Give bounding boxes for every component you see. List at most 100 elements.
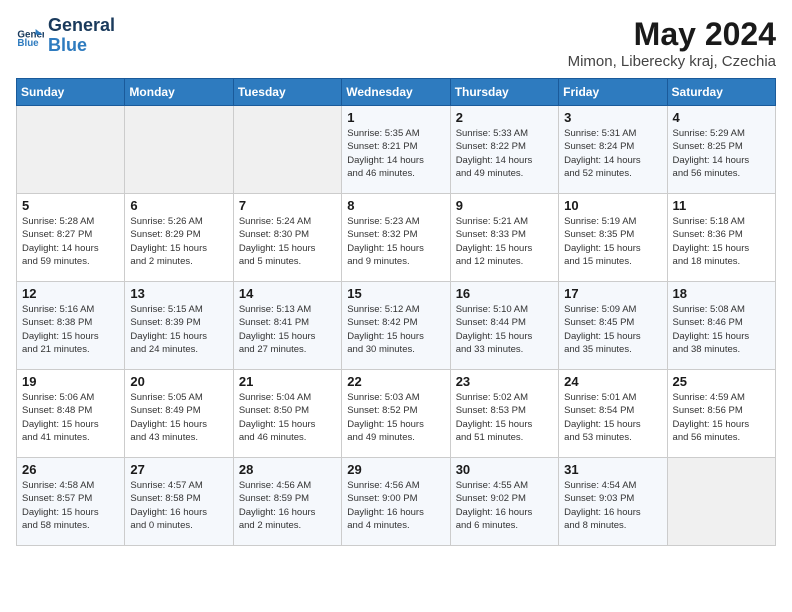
day-info: Sunrise: 5:01 AMSunset: 8:54 PMDaylight:…	[564, 391, 661, 444]
calendar-cell: 10 Sunrise: 5:19 AMSunset: 8:35 PMDayligh…	[559, 194, 667, 282]
logo-icon: General Blue	[16, 22, 44, 50]
day-info: Sunrise: 5:29 AMSunset: 8:25 PMDaylight:…	[673, 127, 770, 180]
day-number: 28	[239, 462, 336, 477]
day-number: 13	[130, 286, 227, 301]
day-info: Sunrise: 5:04 AMSunset: 8:50 PMDaylight:…	[239, 391, 336, 444]
day-info: Sunrise: 5:12 AMSunset: 8:42 PMDaylight:…	[347, 303, 444, 356]
calendar-week-row: 1 Sunrise: 5:35 AMSunset: 8:21 PMDaylight…	[17, 106, 776, 194]
weekday-header-cell: Monday	[125, 79, 233, 106]
calendar-cell: 7Sunrise: 5:24 AMSunset: 8:30 PMDaylight…	[233, 194, 341, 282]
calendar-cell: 22 Sunrise: 5:03 AMSunset: 8:52 PMDayligh…	[342, 370, 450, 458]
day-info: Sunrise: 4:59 AMSunset: 8:56 PMDaylight:…	[673, 391, 770, 444]
calendar-cell: 15 Sunrise: 5:12 AMSunset: 8:42 PMDayligh…	[342, 282, 450, 370]
day-number: 15	[347, 286, 444, 301]
day-number: 12	[22, 286, 119, 301]
day-info: Sunrise: 5:21 AMSunset: 8:33 PMDaylight:…	[456, 215, 553, 268]
weekday-header-row: SundayMondayTuesdayWednesdayThursdayFrid…	[17, 79, 776, 106]
calendar-cell: 12 Sunrise: 5:16 AMSunset: 8:38 PMDayligh…	[17, 282, 125, 370]
calendar-cell: 11 Sunrise: 5:18 AMSunset: 8:36 PMDayligh…	[667, 194, 775, 282]
day-info: Sunrise: 5:08 AMSunset: 8:46 PMDaylight:…	[673, 303, 770, 356]
title-area: May 2024 Mimon, Liberecky kraj, Czechia	[568, 16, 776, 70]
day-number: 31	[564, 462, 661, 477]
day-info: Sunrise: 5:09 AMSunset: 8:45 PMDaylight:…	[564, 303, 661, 356]
calendar-cell: 21 Sunrise: 5:04 AMSunset: 8:50 PMDayligh…	[233, 370, 341, 458]
day-info: Sunrise: 4:56 AMSunset: 9:00 PMDaylight:…	[347, 479, 444, 532]
day-info: Sunrise: 5:16 AMSunset: 8:38 PMDaylight:…	[22, 303, 119, 356]
day-number: 4	[673, 110, 770, 125]
day-info: Sunrise: 5:33 AMSunset: 8:22 PMDaylight:…	[456, 127, 553, 180]
calendar-cell: 9 Sunrise: 5:21 AMSunset: 8:33 PMDaylight…	[450, 194, 558, 282]
day-info: Sunrise: 5:13 AMSunset: 8:41 PMDaylight:…	[239, 303, 336, 356]
day-number: 19	[22, 374, 119, 389]
day-number: 29	[347, 462, 444, 477]
day-number: 27	[130, 462, 227, 477]
day-number: 3	[564, 110, 661, 125]
day-info: Sunrise: 5:06 AMSunset: 8:48 PMDaylight:…	[22, 391, 119, 444]
day-number: 14	[239, 286, 336, 301]
day-info: Sunrise: 4:55 AMSunset: 9:02 PMDaylight:…	[456, 479, 553, 532]
weekday-header-cell: Saturday	[667, 79, 775, 106]
day-number: 2	[456, 110, 553, 125]
day-info: Sunrise: 4:58 AMSunset: 8:57 PMDaylight:…	[22, 479, 119, 532]
day-info: Sunrise: 5:35 AMSunset: 8:21 PMDaylight:…	[347, 127, 444, 180]
calendar-week-row: 19 Sunrise: 5:06 AMSunset: 8:48 PMDayligh…	[17, 370, 776, 458]
day-info: Sunrise: 5:18 AMSunset: 8:36 PMDaylight:…	[673, 215, 770, 268]
day-info: Sunrise: 5:26 AMSunset: 8:29 PMDaylight:…	[130, 215, 227, 268]
day-info: Sunrise: 5:23 AMSunset: 8:32 PMDaylight:…	[347, 215, 444, 268]
calendar-cell	[233, 106, 341, 194]
calendar-cell: 28 Sunrise: 4:56 AMSunset: 8:59 PMDayligh…	[233, 458, 341, 546]
calendar-cell: 19 Sunrise: 5:06 AMSunset: 8:48 PMDayligh…	[17, 370, 125, 458]
calendar-cell: 17 Sunrise: 5:09 AMSunset: 8:45 PMDayligh…	[559, 282, 667, 370]
day-number: 8	[347, 198, 444, 213]
calendar-cell: 29 Sunrise: 4:56 AMSunset: 9:00 PMDayligh…	[342, 458, 450, 546]
calendar-cell: 16Sunrise: 5:10 AMSunset: 8:44 PMDayligh…	[450, 282, 558, 370]
day-info: Sunrise: 5:28 AMSunset: 8:27 PMDaylight:…	[22, 215, 119, 268]
day-number: 23	[456, 374, 553, 389]
weekday-header-cell: Wednesday	[342, 79, 450, 106]
calendar-cell: 20Sunrise: 5:05 AMSunset: 8:49 PMDayligh…	[125, 370, 233, 458]
calendar-cell: 6Sunrise: 5:26 AMSunset: 8:29 PMDaylight…	[125, 194, 233, 282]
day-info: Sunrise: 5:10 AMSunset: 8:44 PMDaylight:…	[456, 303, 553, 356]
calendar-cell: 14 Sunrise: 5:13 AMSunset: 8:41 PMDayligh…	[233, 282, 341, 370]
month-year: May 2024	[568, 16, 776, 53]
calendar-cell: 1 Sunrise: 5:35 AMSunset: 8:21 PMDaylight…	[342, 106, 450, 194]
day-number: 17	[564, 286, 661, 301]
calendar-cell: 5 Sunrise: 5:28 AMSunset: 8:27 PMDaylight…	[17, 194, 125, 282]
calendar-week-row: 5 Sunrise: 5:28 AMSunset: 8:27 PMDaylight…	[17, 194, 776, 282]
day-info: Sunrise: 5:02 AMSunset: 8:53 PMDaylight:…	[456, 391, 553, 444]
calendar-cell: 25 Sunrise: 4:59 AMSunset: 8:56 PMDayligh…	[667, 370, 775, 458]
day-number: 9	[456, 198, 553, 213]
calendar-table: SundayMondayTuesdayWednesdayThursdayFrid…	[16, 78, 776, 546]
logo-line2: Blue	[48, 36, 115, 56]
weekday-header-cell: Friday	[559, 79, 667, 106]
day-info: Sunrise: 5:24 AMSunset: 8:30 PMDaylight:…	[239, 215, 336, 268]
day-info: Sunrise: 5:31 AMSunset: 8:24 PMDaylight:…	[564, 127, 661, 180]
calendar-week-row: 26 Sunrise: 4:58 AMSunset: 8:57 PMDayligh…	[17, 458, 776, 546]
logo-line1: General	[48, 16, 115, 36]
header: General Blue General Blue May 2024 Mimon…	[16, 16, 776, 70]
weekday-header-cell: Thursday	[450, 79, 558, 106]
day-info: Sunrise: 4:56 AMSunset: 8:59 PMDaylight:…	[239, 479, 336, 532]
day-info: Sunrise: 5:15 AMSunset: 8:39 PMDaylight:…	[130, 303, 227, 356]
day-number: 21	[239, 374, 336, 389]
day-number: 20	[130, 374, 227, 389]
day-number: 25	[673, 374, 770, 389]
calendar-body: 1 Sunrise: 5:35 AMSunset: 8:21 PMDaylight…	[17, 106, 776, 546]
day-info: Sunrise: 5:19 AMSunset: 8:35 PMDaylight:…	[564, 215, 661, 268]
calendar-cell: 24Sunrise: 5:01 AMSunset: 8:54 PMDayligh…	[559, 370, 667, 458]
calendar-cell: 13 Sunrise: 5:15 AMSunset: 8:39 PMDayligh…	[125, 282, 233, 370]
day-number: 11	[673, 198, 770, 213]
calendar-cell: 4 Sunrise: 5:29 AMSunset: 8:25 PMDaylight…	[667, 106, 775, 194]
day-number: 10	[564, 198, 661, 213]
calendar-cell	[125, 106, 233, 194]
calendar-cell: 2 Sunrise: 5:33 AMSunset: 8:22 PMDaylight…	[450, 106, 558, 194]
day-number: 26	[22, 462, 119, 477]
calendar-cell: 30Sunrise: 4:55 AMSunset: 9:02 PMDayligh…	[450, 458, 558, 546]
day-number: 5	[22, 198, 119, 213]
day-info: Sunrise: 5:03 AMSunset: 8:52 PMDaylight:…	[347, 391, 444, 444]
location: Mimon, Liberecky kraj, Czechia	[568, 53, 776, 70]
day-number: 1	[347, 110, 444, 125]
day-info: Sunrise: 4:54 AMSunset: 9:03 PMDaylight:…	[564, 479, 661, 532]
day-number: 22	[347, 374, 444, 389]
weekday-header-cell: Sunday	[17, 79, 125, 106]
